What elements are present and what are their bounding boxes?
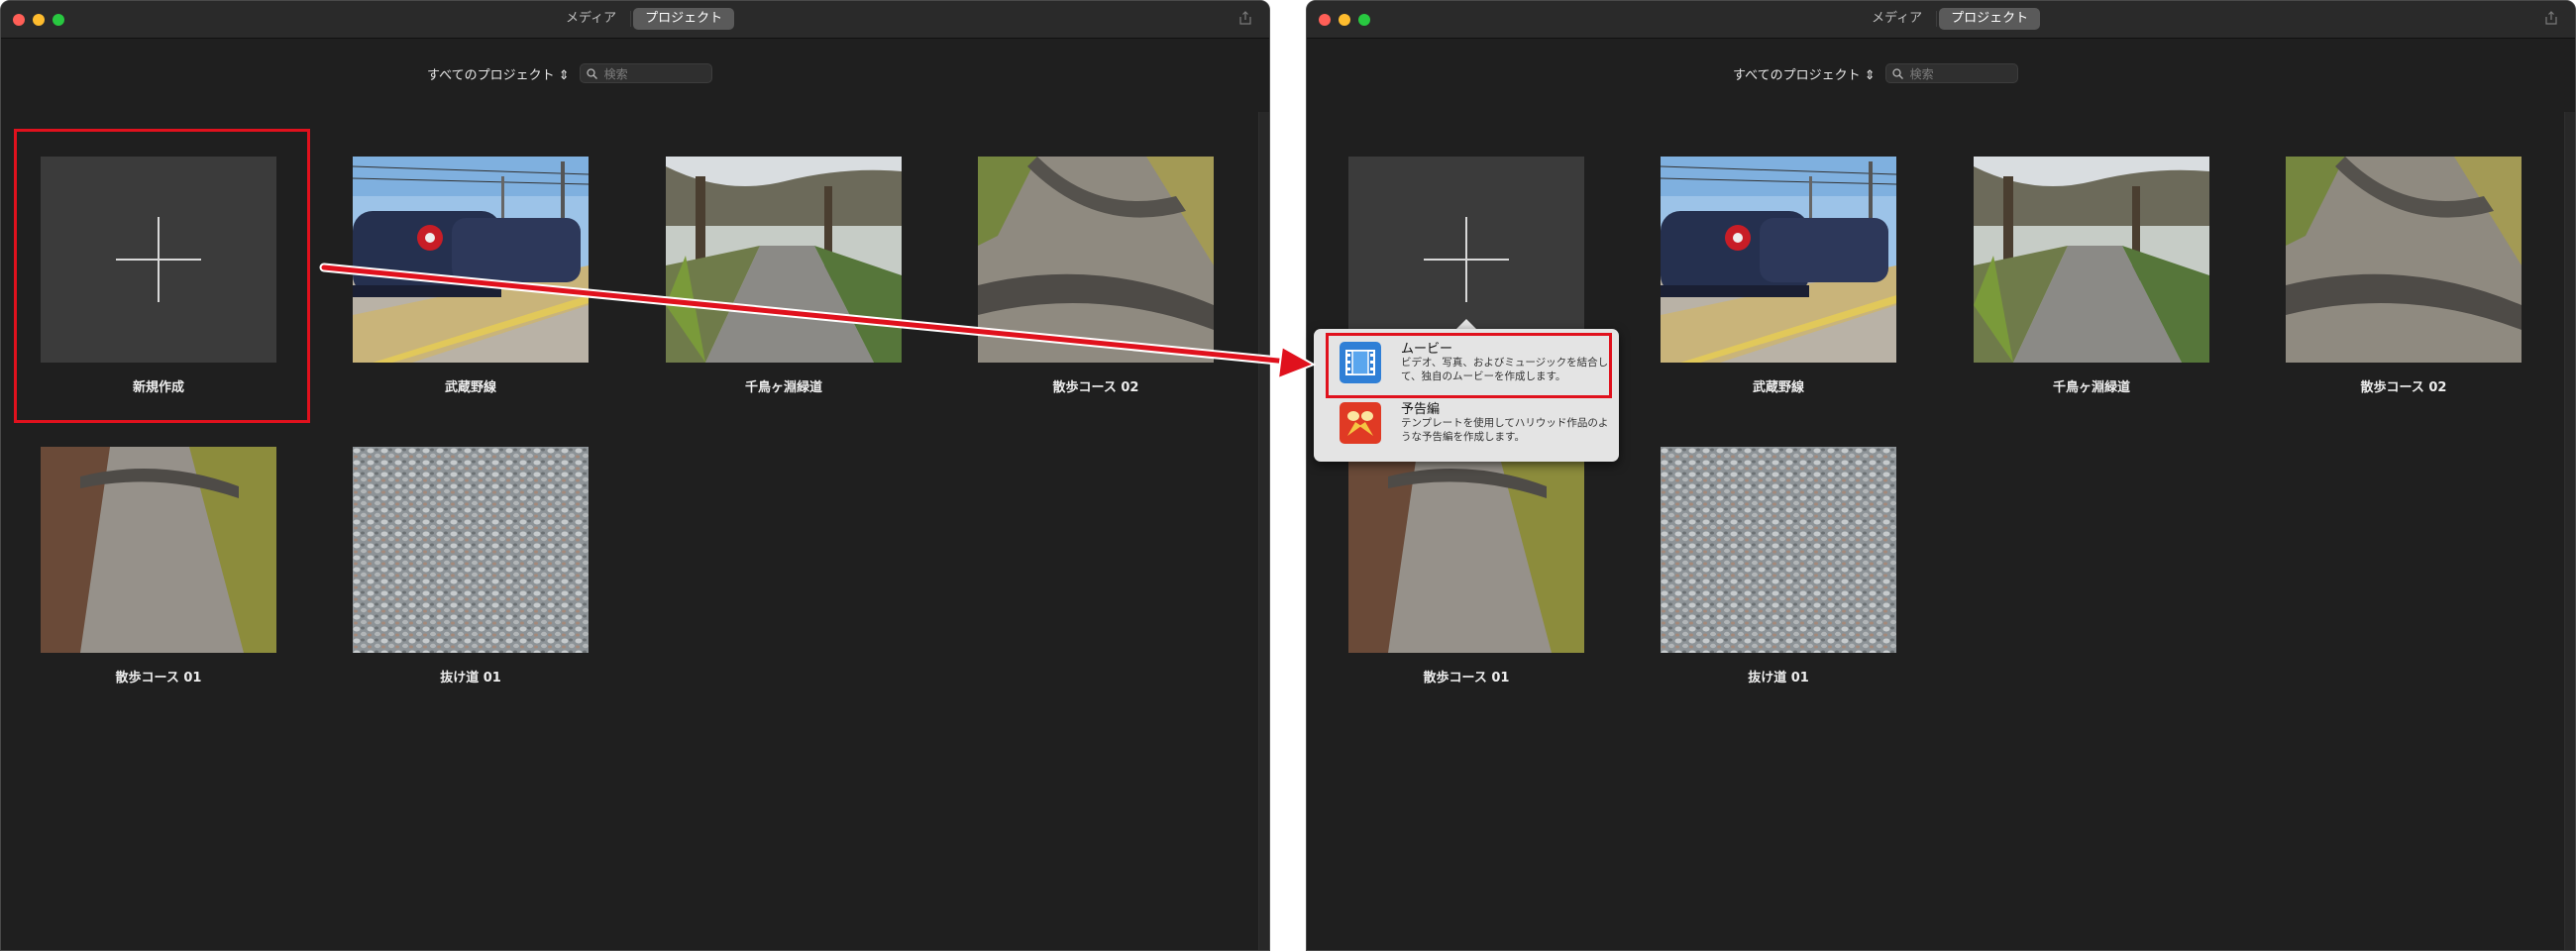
movie-item-highlight-box	[1326, 333, 1612, 398]
tab-media[interactable]: メディア	[554, 8, 628, 30]
project-tile-nukemichi-01[interactable]: 抜け道 01	[353, 447, 589, 686]
zoom-window-button[interactable]	[53, 14, 64, 26]
project-label: 抜け道 01	[1748, 671, 1809, 686]
filter-bar: すべてのプロジェクト ⇕	[427, 62, 712, 84]
train-thumbnail[interactable]	[1661, 157, 1896, 363]
title-bar: メディア プロジェクト	[1, 1, 1269, 39]
search-field[interactable]	[1884, 63, 2018, 83]
view-switcher: メディア プロジェクト	[1860, 8, 2041, 30]
trailer-spotlights-icon	[1340, 402, 1381, 444]
popover-pointer	[1456, 319, 1476, 329]
gravel-thumbnail[interactable]	[1661, 447, 1896, 653]
project-label: 散歩コース 01	[1423, 671, 1510, 686]
view-switcher: メディア プロジェクト	[554, 8, 735, 30]
project-label: 千鳥ヶ淵緑道	[2052, 380, 2130, 395]
project-tile-nukemichi-01[interactable]: 抜け道 01	[1661, 447, 1896, 686]
filter-bar: すべてのプロジェクト ⇕	[1733, 62, 2018, 84]
project-label: 抜け道 01	[440, 671, 501, 686]
project-tile-chidorigafuchi[interactable]: 千鳥ヶ淵緑道	[1974, 157, 2209, 395]
path-trees-thumbnail[interactable]	[666, 157, 902, 363]
menu-item-description: テンプレートを使用してハリウッド作品のような予告編を作成します。	[1401, 417, 1609, 443]
close-window-button[interactable]	[13, 14, 25, 26]
project-label: 散歩コース 01	[115, 671, 202, 686]
scrollbar[interactable]	[2564, 112, 2575, 950]
share-icon[interactable]	[1239, 11, 1251, 25]
updown-chevron-icon: ⇕	[558, 67, 570, 83]
project-label: 千鳥ヶ淵緑道	[744, 380, 822, 395]
project-tile-sanpo-02[interactable]: 散歩コース 02	[2286, 157, 2522, 395]
project-tile-musashino[interactable]: 武蔵野線	[1661, 157, 1896, 395]
segment-divider	[1936, 11, 1938, 27]
project-filter-popup[interactable]: すべてのプロジェクト ⇕	[1733, 64, 1876, 83]
project-tile-sanpo-01[interactable]: 散歩コース 01	[1348, 447, 1584, 686]
project-filter-label: すべてのプロジェクト	[1733, 67, 1861, 83]
project-tile-sanpo-02[interactable]: 散歩コース 02	[978, 157, 1214, 395]
updown-chevron-icon: ⇕	[1864, 67, 1876, 83]
plus-icon-stroke	[1465, 217, 1467, 302]
search-input[interactable]	[1907, 65, 2015, 83]
minimize-window-button[interactable]	[33, 14, 45, 26]
project-tile-sanpo-01[interactable]: 散歩コース 01	[41, 447, 276, 686]
segment-divider	[630, 11, 632, 27]
tab-projects[interactable]: プロジェクト	[1939, 8, 2041, 30]
train-thumbnail[interactable]	[353, 157, 589, 363]
menu-item-title: 予告編	[1401, 402, 1441, 417]
share-icon[interactable]	[2545, 11, 2557, 25]
project-label: 散歩コース 02	[2360, 380, 2447, 395]
menu-item-trailer[interactable]: 予告編 テンプレートを使用してハリウッド作品のような予告編を作成します。	[1320, 394, 1613, 452]
title-bar: メディア プロジェクト	[1307, 1, 2575, 39]
project-label: 武蔵野線	[1752, 380, 1804, 395]
search-field[interactable]	[579, 63, 712, 83]
project-filter-popup[interactable]: すべてのプロジェクト ⇕	[427, 64, 570, 83]
sidewalk-thumbnail[interactable]	[1348, 447, 1584, 653]
scrollbar[interactable]	[1258, 112, 1269, 950]
project-label: 武蔵野線	[444, 380, 496, 395]
walkway-thumbnail[interactable]	[2286, 157, 2522, 363]
path-trees-thumbnail[interactable]	[1974, 157, 2209, 363]
project-label: 散歩コース 02	[1052, 380, 1139, 395]
tab-media[interactable]: メディア	[1860, 8, 1934, 30]
project-tile-chidorigafuchi[interactable]: 千鳥ヶ淵緑道	[666, 157, 902, 395]
close-window-button[interactable]	[1319, 14, 1331, 26]
sidewalk-thumbnail[interactable]	[41, 447, 276, 653]
new-project-highlight-box	[14, 129, 310, 423]
search-input[interactable]	[601, 65, 709, 83]
search-icon	[1891, 68, 1903, 79]
project-tile-musashino[interactable]: 武蔵野線	[353, 157, 589, 395]
project-filter-label: すべてのプロジェクト	[427, 67, 555, 83]
walkway-thumbnail[interactable]	[978, 157, 1214, 363]
gravel-thumbnail[interactable]	[353, 447, 589, 653]
search-icon	[586, 68, 597, 79]
minimize-window-button[interactable]	[1339, 14, 1350, 26]
imovie-window-after: メディア プロジェクト すべてのプロジェクト ⇕ 検索 武蔵野線 千鳥ヶ淵緑道 …	[1306, 0, 2576, 951]
zoom-window-button[interactable]	[1358, 14, 1370, 26]
tab-projects[interactable]: プロジェクト	[633, 8, 735, 30]
